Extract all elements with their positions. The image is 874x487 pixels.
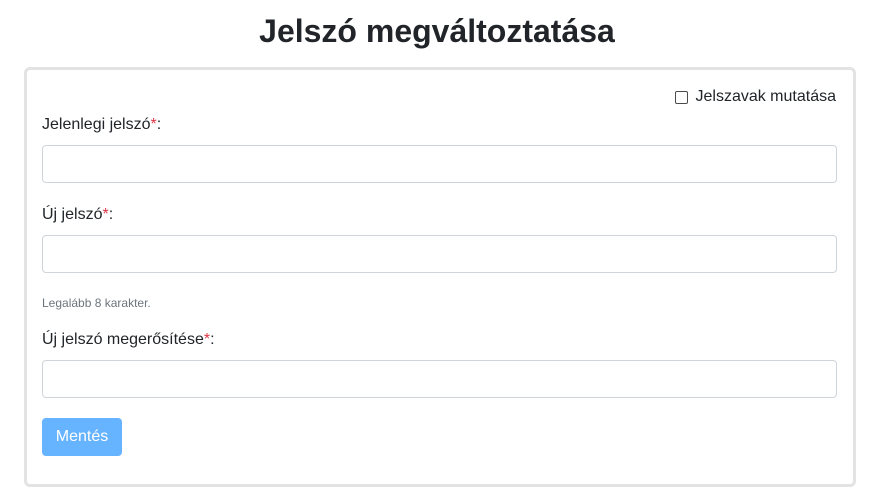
show-passwords-checkbox[interactable] [675, 90, 689, 104]
new-password-label: Új jelszó*: [42, 205, 113, 225]
new-password-label-text: Új jelszó [42, 206, 103, 223]
new-password-input[interactable] [42, 235, 837, 273]
current-password-input[interactable] [42, 145, 837, 183]
save-button[interactable]: Mentés [42, 418, 122, 456]
confirm-password-label: Új jelszó megerősítése*: [42, 330, 215, 350]
current-password-label: Jelenlegi jelszó*: [42, 115, 161, 135]
current-password-label-text: Jelenlegi jelszó [42, 116, 151, 133]
confirm-password-label-text: Új jelszó megerősítése [42, 331, 204, 348]
page-title: Jelszó megváltoztatása [259, 13, 615, 49]
label-suffix: : [108, 206, 114, 223]
show-passwords-toggle[interactable]: Jelszavak mutatása [675, 88, 836, 106]
change-password-form: Jelszavak mutatása Jelenlegi jelszó*: Új… [24, 67, 856, 487]
confirm-password-input[interactable] [42, 360, 837, 398]
show-passwords-label: Jelszavak mutatása [695, 88, 836, 105]
label-suffix: : [156, 116, 162, 133]
new-password-help: Legalább 8 karakter. [42, 296, 151, 310]
label-suffix: : [210, 331, 215, 348]
